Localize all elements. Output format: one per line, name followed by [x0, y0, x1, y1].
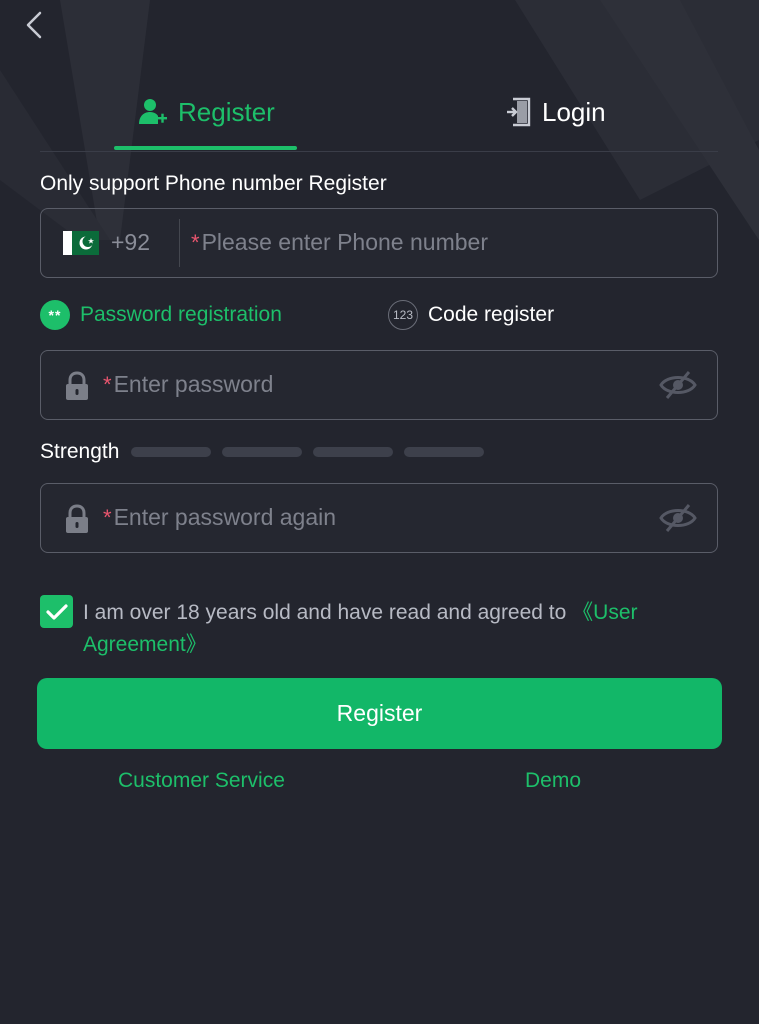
- user-add-icon: [139, 99, 167, 124]
- tab-register-label: Register: [178, 96, 275, 127]
- code-mode-icon: 123: [388, 300, 418, 330]
- chevron-left-icon: [26, 11, 42, 39]
- strength-segment: [404, 447, 485, 457]
- confirm-password-input[interactable]: * Enter password again: [103, 484, 336, 551]
- check-icon: [45, 603, 68, 620]
- password-registration-label: Password registration: [80, 303, 282, 326]
- agreement-text: I am over 18 years old and have read and…: [83, 597, 683, 661]
- customer-service-link[interactable]: Customer Service: [118, 769, 285, 793]
- support-notice: Only support Phone number Register: [40, 172, 387, 195]
- agreement-statement: I am over 18 years old and have read and…: [83, 601, 573, 624]
- strength-segment: [313, 447, 394, 457]
- tab-login-label: Login: [542, 96, 606, 127]
- confirm-password-placeholder: Enter password again: [113, 504, 337, 530]
- password-placeholder: Enter password: [113, 371, 274, 397]
- required-mark: *: [103, 371, 112, 397]
- country-code: +92: [111, 229, 151, 255]
- strength-label: Strength: [40, 440, 120, 463]
- strength-segment: [222, 447, 303, 457]
- eye-off-icon[interactable]: [659, 501, 697, 535]
- password-input[interactable]: * Enter password: [103, 351, 273, 418]
- field-divider: [179, 219, 180, 267]
- register-page: Register Login Only support Phone number…: [0, 0, 759, 1024]
- back-button[interactable]: [18, 8, 50, 42]
- required-mark: *: [103, 504, 112, 530]
- phone-field: +92 * Please enter Phone number: [40, 208, 718, 278]
- phone-placeholder: Please enter Phone number: [201, 229, 488, 255]
- pakistan-flag-icon: [63, 230, 99, 255]
- password-mode-icon: **: [40, 300, 70, 330]
- tab-login[interactable]: Login: [504, 92, 606, 132]
- confirm-password-field: * Enter password again: [40, 483, 718, 553]
- active-tab-indicator: [114, 146, 297, 150]
- password-registration-option[interactable]: ** Password registration: [40, 297, 282, 333]
- password-strength: Strength: [40, 437, 495, 467]
- code-register-label: Code register: [428, 303, 555, 326]
- lock-icon: [66, 371, 88, 400]
- register-button[interactable]: Register: [37, 678, 722, 749]
- demo-link[interactable]: Demo: [525, 769, 581, 793]
- lock-icon: [66, 504, 88, 533]
- tab-register[interactable]: Register: [138, 92, 275, 132]
- password-field: * Enter password: [40, 350, 718, 420]
- eye-off-icon[interactable]: [659, 368, 697, 402]
- code-register-option[interactable]: 123 Code register: [388, 297, 554, 333]
- phone-input[interactable]: * Please enter Phone number: [191, 209, 488, 276]
- required-mark: *: [191, 229, 200, 255]
- country-selector[interactable]: +92: [63, 209, 150, 276]
- auth-tabs: Register Login: [40, 70, 718, 152]
- login-door-icon: [507, 97, 531, 127]
- strength-segment: [131, 447, 212, 457]
- agreement-checkbox[interactable]: [40, 595, 73, 628]
- registration-mode-selector: ** Password registration 123 Code regist…: [40, 297, 718, 333]
